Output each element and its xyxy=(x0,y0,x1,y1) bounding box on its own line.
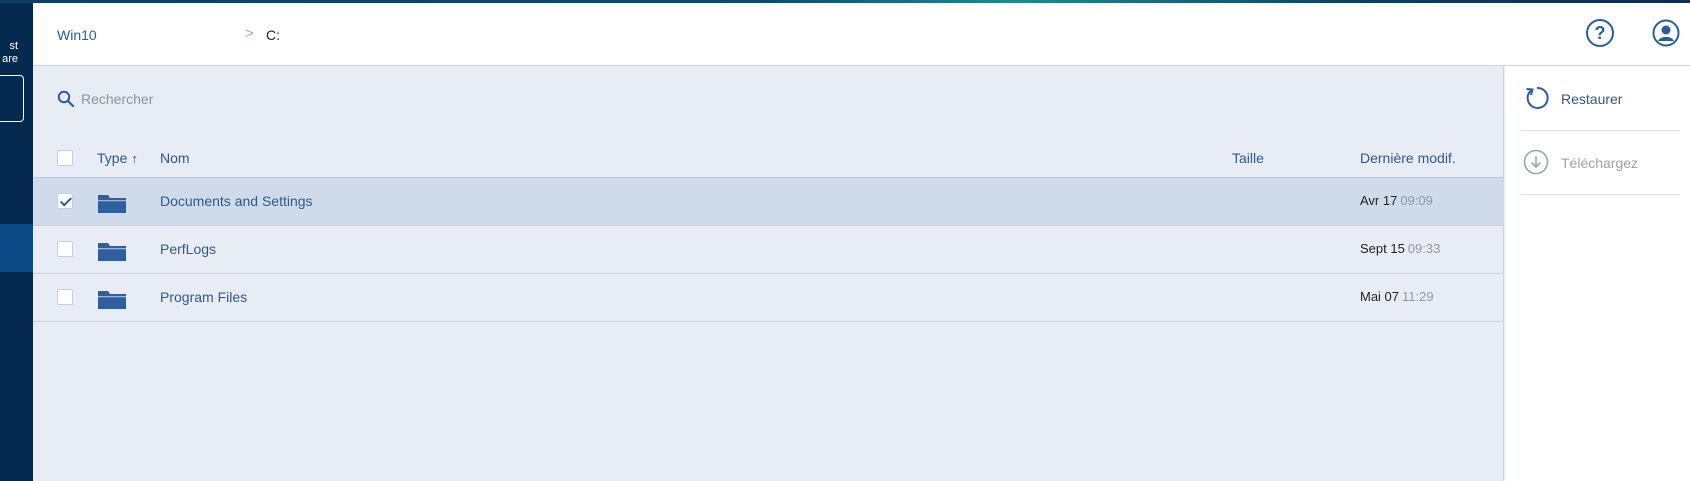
column-header-type[interactable]: Type ↑ xyxy=(97,150,138,166)
modified-time: 11:29 xyxy=(1402,289,1434,304)
search-icon xyxy=(57,90,75,108)
help-icon[interactable]: ? xyxy=(1586,19,1614,47)
modified-date: Sept 15 09:33 xyxy=(1360,241,1440,256)
modified-time: 09:33 xyxy=(1407,241,1441,256)
nav-create-button[interactable] xyxy=(0,75,24,122)
breadcrumb-current: C: xyxy=(266,27,280,43)
table-header: Type ↑ Nom Taille Dernière modif. xyxy=(33,138,1504,178)
column-header-modified[interactable]: Dernière modif. xyxy=(1360,150,1456,166)
search-input[interactable] xyxy=(81,86,481,112)
column-type-label: Type xyxy=(97,150,128,166)
modified-day: Sept 15 xyxy=(1360,241,1405,256)
brand-line-2: are xyxy=(2,53,18,65)
file-list: Documents and Settings Avr 17 09:09 PerfL… xyxy=(33,178,1504,322)
file-name[interactable]: PerfLogs xyxy=(160,241,216,257)
modified-date: Avr 17 09:09 xyxy=(1360,193,1433,208)
folder-icon xyxy=(98,195,126,213)
row-checkbox[interactable] xyxy=(57,193,73,209)
modified-date: Mai 07 11:29 xyxy=(1360,289,1434,304)
restore-button[interactable]: Restaurer xyxy=(1521,67,1680,131)
table-row[interactable]: PerfLogs Sept 15 09:33 xyxy=(33,226,1504,274)
row-checkbox[interactable] xyxy=(57,289,73,305)
brand-logo-text: st are xyxy=(0,40,18,66)
modified-time: 09:09 xyxy=(1400,193,1433,208)
file-browser: Type↑ Nom Taille Dernière modif. Documen… xyxy=(33,66,1504,481)
row-checkbox[interactable] xyxy=(57,241,73,257)
modified-day: Avr 17 xyxy=(1360,193,1398,208)
restore-icon xyxy=(1526,86,1549,109)
brand-line-1: st xyxy=(9,40,18,52)
nav-item-active[interactable] xyxy=(0,224,33,272)
select-all-checkbox[interactable] xyxy=(57,150,73,166)
actions-panel: Restaurer Téléchargez xyxy=(1505,66,1690,481)
file-name[interactable]: Program Files xyxy=(160,289,247,305)
download-label: Téléchargez xyxy=(1561,155,1639,171)
download-button[interactable]: Téléchargez xyxy=(1521,131,1680,195)
folder-icon xyxy=(98,243,126,261)
chevron-right-icon: > xyxy=(245,25,254,42)
download-icon xyxy=(1523,149,1549,175)
file-name[interactable]: Documents and Settings xyxy=(160,193,313,209)
table-row[interactable]: Program Files Mai 07 11:29 xyxy=(33,274,1504,322)
column-header-name[interactable]: Nom xyxy=(160,150,190,166)
breadcrumb-root[interactable]: Win10 xyxy=(57,27,97,43)
user-icon[interactable] xyxy=(1652,19,1680,47)
sort-ascending-icon: ↑ xyxy=(131,151,138,166)
table-row[interactable]: Documents and Settings Avr 17 09:09 xyxy=(33,178,1504,226)
restore-label: Restaurer xyxy=(1561,91,1623,107)
modified-day: Mai 07 xyxy=(1360,289,1400,304)
column-header-size[interactable]: Taille xyxy=(1232,150,1264,166)
left-navigation: st are xyxy=(0,3,33,481)
header-bar: Win10 > C: ? xyxy=(33,3,1690,66)
folder-icon xyxy=(98,291,126,309)
